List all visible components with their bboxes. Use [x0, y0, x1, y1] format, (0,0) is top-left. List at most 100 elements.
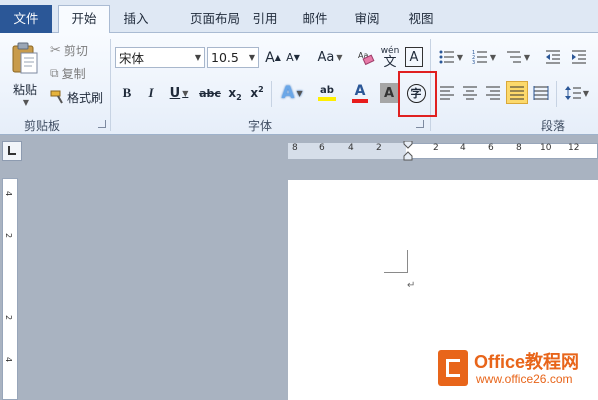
align-center-icon	[463, 86, 477, 100]
text-effects-icon: A	[281, 83, 295, 103]
ruler-number: 4	[460, 143, 466, 153]
tab-selector[interactable]	[2, 141, 22, 161]
distributed-icon	[533, 86, 549, 100]
decrease-indent-button[interactable]	[543, 47, 563, 67]
subscript-button[interactable]: x2	[226, 83, 244, 103]
font-name-combo[interactable]: 宋体 ▼	[115, 47, 205, 68]
ruler-number: 4	[4, 356, 14, 363]
ruler-number: 8	[516, 143, 522, 153]
margin-corner-mark	[407, 250, 408, 273]
ruler-number: 2	[433, 143, 439, 153]
change-case-icon: Aa	[317, 50, 335, 65]
paintbrush-icon	[50, 90, 63, 104]
format-painter-button[interactable]: 格式刷	[50, 88, 103, 106]
indent-marker-icon[interactable]	[403, 140, 413, 161]
align-center-button[interactable]	[460, 83, 480, 103]
tab-references[interactable]: 引用	[246, 6, 284, 33]
ruler-number: 2	[4, 232, 14, 239]
ruler-number: 10	[540, 143, 552, 153]
bullet-list-icon	[439, 50, 454, 64]
decrease-indent-icon	[546, 50, 560, 64]
office-logo-icon	[438, 350, 468, 386]
line-spacing-button[interactable]: ▼	[563, 83, 591, 103]
paste-icon	[12, 42, 38, 74]
align-left-button[interactable]	[437, 83, 457, 103]
clipboard-launcher-icon[interactable]	[98, 120, 106, 128]
underline-button[interactable]: U ▼	[167, 83, 191, 103]
paste-label: 粘贴	[12, 83, 37, 97]
character-shading-button[interactable]: A	[380, 83, 398, 103]
superscript-button[interactable]: x2	[248, 83, 266, 103]
ribbon-tab-bar: 文件 开始 插入 页面布局 引用 邮件 审阅 视图	[0, 0, 598, 33]
character-border-icon: A	[409, 49, 419, 65]
align-right-button[interactable]	[483, 83, 503, 103]
pinyin-char: 文	[383, 55, 397, 70]
numbered-list-icon: 1 2 3	[472, 50, 487, 64]
distributed-button[interactable]	[531, 83, 551, 103]
tab-mailings[interactable]: 邮件	[296, 6, 334, 33]
shrink-font-button[interactable]: A ▼	[284, 47, 302, 68]
grow-font-button[interactable]: A ▲	[264, 47, 282, 68]
subscript-mark: 2	[236, 92, 242, 102]
tab-insert[interactable]: 插入	[116, 6, 156, 33]
chevron-down-icon: ▼	[248, 53, 255, 62]
ruler-number: 6	[319, 143, 325, 153]
font-name-value: 宋体	[119, 51, 145, 66]
increase-indent-button[interactable]	[569, 47, 589, 67]
paragraph-mark-icon: ↵	[407, 280, 416, 291]
tab-home[interactable]: 开始	[58, 5, 110, 33]
ruler-number: 6	[488, 143, 494, 153]
character-shading-icon: A	[383, 85, 395, 101]
numbering-button[interactable]: 1 2 3 ▼	[470, 47, 498, 67]
character-border-button[interactable]: A	[405, 47, 423, 67]
bullets-button[interactable]: ▼	[437, 47, 465, 67]
clear-format-button[interactable]: Aa	[356, 45, 376, 69]
line-spacing-icon	[564, 86, 581, 100]
tab-review[interactable]: 审阅	[348, 6, 386, 33]
font-size-combo[interactable]: 10.5 ▼	[207, 47, 259, 68]
font-size-value: 10.5	[211, 50, 239, 65]
scissors-icon: ✂	[50, 42, 61, 58]
clipboard-group-label: 剪贴板	[24, 119, 61, 133]
divider	[556, 81, 557, 107]
tab-view[interactable]: 视图	[402, 6, 440, 33]
ruler-number: 2	[376, 143, 382, 153]
multilevel-list-button[interactable]: ▼	[504, 47, 532, 67]
text-effects-button[interactable]: A ▼	[278, 81, 306, 105]
chevron-down-icon: ▼	[22, 98, 30, 107]
subscript-icon: x	[228, 86, 237, 100]
ruler-number: 12	[568, 143, 580, 153]
copy-icon: ⧉	[50, 65, 59, 80]
font-color-icon: A	[354, 82, 366, 99]
copy-button[interactable]: ⧉ 复制	[50, 64, 86, 82]
bold-icon: B	[122, 85, 132, 100]
highlight-button[interactable]: ab	[311, 81, 343, 105]
underline-icon: U	[169, 85, 181, 101]
vertical-ruler[interactable]: 4 2 2 4	[2, 178, 18, 400]
superscript-mark: 2	[258, 84, 264, 94]
paste-button[interactable]: 粘贴 ▼	[6, 37, 44, 111]
ruler-numbers: 8 6 4 2 2 4 6 8 10 12	[288, 143, 598, 159]
font-group-label: 字体	[248, 119, 273, 133]
bold-button[interactable]: B	[119, 83, 135, 103]
font-launcher-icon[interactable]	[416, 120, 424, 128]
highlight-color-swatch	[318, 97, 336, 101]
font-color-button[interactable]: A	[345, 81, 375, 105]
ruler-number: 8	[292, 143, 298, 153]
pinyin-guide-button[interactable]: wén 文	[380, 44, 400, 70]
italic-button[interactable]: I	[143, 83, 159, 103]
format-painter-label: 格式刷	[67, 90, 104, 105]
multilevel-list-icon	[506, 51, 521, 63]
margin-corner-mark	[384, 272, 408, 273]
watermark-brand: Office教程网	[474, 352, 580, 372]
shrink-font-icon: A	[286, 51, 294, 64]
ruler-number: 2	[4, 314, 14, 321]
change-case-button[interactable]: Aa ▼	[316, 47, 344, 68]
justify-button[interactable]	[506, 81, 528, 104]
tab-file[interactable]: 文件	[0, 5, 52, 33]
strikethrough-button[interactable]: abc	[199, 83, 221, 103]
svg-text:3: 3	[472, 60, 475, 64]
ruler-number: 4	[4, 190, 14, 197]
font-color-swatch	[352, 98, 368, 103]
cut-button[interactable]: ✂ 剪切	[50, 41, 88, 59]
